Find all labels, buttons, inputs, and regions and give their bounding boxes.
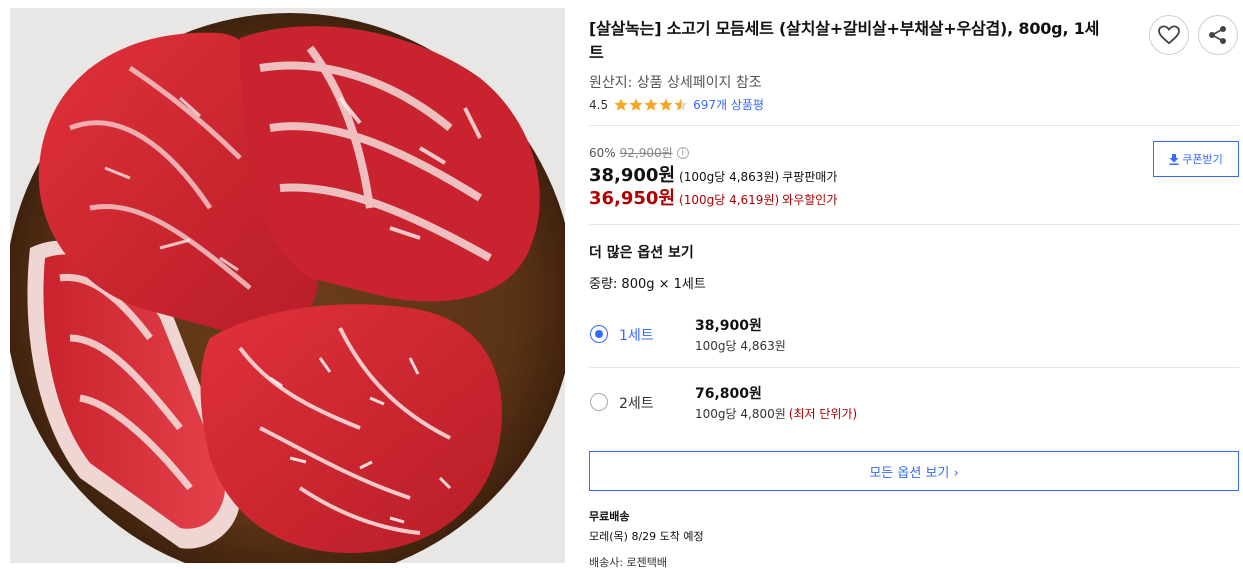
option-price: 76,800원	[695, 386, 762, 402]
wishlist-button[interactable]	[1149, 15, 1189, 55]
more-options-heading: 더 많은 옵션 보기	[589, 245, 694, 261]
heart-icon	[1158, 25, 1180, 45]
all-options-button[interactable]: 모든 옵션 보기 ›	[589, 451, 1239, 491]
product-image[interactable]	[10, 8, 565, 563]
product-info-panel: [살살녹는] 소고기 모듬세트 (살치살+갈비살+부채살+우삼겹), 800g,…	[589, 0, 1239, 569]
carrier-info: 배송사: 로젠택배	[589, 556, 668, 569]
option-radio[interactable]	[590, 325, 608, 343]
share-icon	[1209, 26, 1226, 44]
lowest-unit-badge: (최저 단위가)	[788, 407, 858, 421]
option-label: 1세트	[619, 328, 654, 344]
option-2-set[interactable]: 2세트 76,800원 100g당 4,800원 (최저 단위가)	[589, 368, 1239, 434]
option-unit-price: 100g당 4,863원	[695, 337, 786, 354]
option-unit-price: 100g당 4,800원 (최저 단위가)	[695, 405, 857, 422]
sale-unit-price: (100g당 4,863원)	[679, 170, 780, 184]
info-icon[interactable]: i	[676, 146, 689, 159]
wow-price-row: 36,950원 (100g당 4,619원) 와우할인가	[589, 184, 837, 210]
wow-price: 36,950원	[589, 188, 676, 209]
meat-platter-image	[10, 8, 565, 563]
discount-row: 60% 92,900원 i	[589, 144, 689, 161]
option-unit-value: 100g당 4,800원	[695, 407, 786, 421]
wow-price-tag: 와우할인가	[782, 193, 838, 207]
stars-icon	[614, 98, 688, 111]
rating-value: 4.5	[589, 97, 609, 112]
review-count-link[interactable]: 697개 상품평	[693, 96, 764, 113]
coupon-label: 쿠폰받기	[1182, 153, 1223, 166]
sale-price-tag: 쿠팡판매가	[782, 170, 838, 184]
original-price: 92,900원	[619, 146, 673, 160]
discount-rate: 60%	[589, 145, 616, 160]
option-price: 38,900원	[695, 318, 762, 334]
free-shipping-label: 무료배송	[589, 510, 630, 523]
option-1-set[interactable]: 1세트 38,900원 100g당 4,863원	[589, 300, 1239, 366]
weight-label: 중량: 800g × 1세트	[589, 277, 706, 292]
rating-row: 4.5 697개 상품평	[589, 96, 764, 113]
download-icon	[1169, 153, 1179, 165]
coupon-button[interactable]: 쿠폰받기	[1153, 141, 1239, 177]
share-button[interactable]	[1198, 15, 1238, 55]
option-unit-value: 100g당 4,863원	[695, 339, 786, 353]
wow-unit-price: (100g당 4,619원)	[679, 193, 780, 207]
option-label: 2세트	[619, 396, 654, 412]
section-divider	[589, 125, 1239, 126]
origin-info: 원산지: 상품 상세페이지 참조	[589, 75, 762, 91]
option-radio[interactable]	[590, 393, 608, 411]
product-title: [살살녹는] 소고기 모듬세트 (살치살+갈비살+부채살+우삼겹), 800g,…	[589, 19, 1100, 62]
star-rating	[614, 98, 690, 112]
section-divider	[589, 224, 1239, 225]
arrival-date: 모레(목) 8/29 도착 예정	[589, 530, 704, 543]
